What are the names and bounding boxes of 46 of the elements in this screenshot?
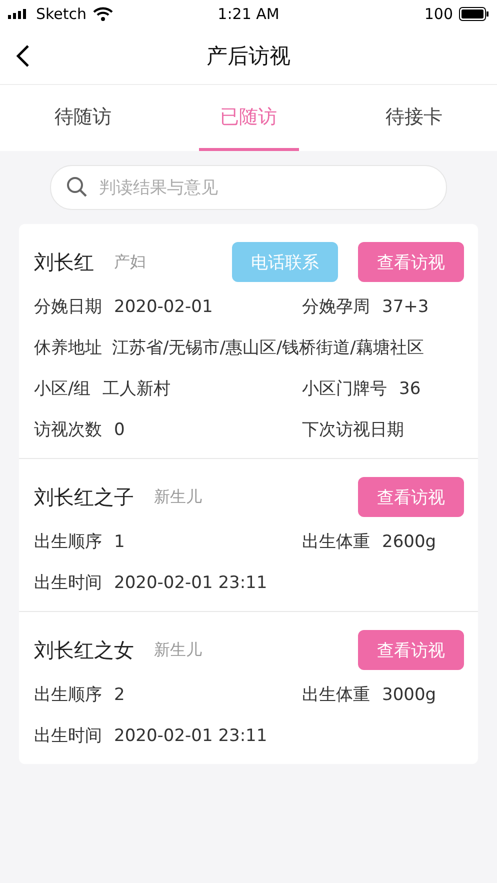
field-label: 出生顺序 <box>34 531 102 553</box>
field-label: 小区门牌号 <box>302 378 387 400</box>
view-visit-button[interactable]: 查看访视 <box>358 630 464 670</box>
tab[interactable]: 已随访 <box>198 85 298 151</box>
field-label: 出生时间 <box>34 572 102 594</box>
view-visit-button[interactable]: 查看访视 <box>358 242 464 282</box>
field-value: 3000g <box>382 684 436 704</box>
search-field[interactable]: 判读结果与意见 <box>50 165 447 210</box>
status-time: 1:21 AM <box>218 5 280 23</box>
back-icon[interactable] <box>16 44 30 68</box>
battery-level: 100 <box>424 5 453 23</box>
role-label: 产妇 <box>114 252 146 272</box>
person-name: 刘长红之子 <box>34 484 134 510</box>
field-label: 出生时间 <box>34 725 102 747</box>
field-label: 出生顺序 <box>34 684 102 706</box>
tab[interactable]: 待接卡 <box>364 85 464 151</box>
field-value: 0 <box>114 420 125 440</box>
field-value: 工人新村 <box>102 378 171 400</box>
wifi-icon <box>92 7 113 21</box>
page-title: 产后访视 <box>206 43 290 70</box>
role-label: 新生儿 <box>154 486 202 508</box>
field-value: 2020-02-01 23:11 <box>114 726 268 746</box>
field-label: 出生体重 <box>302 531 370 553</box>
tab[interactable]: 待随访 <box>32 85 133 151</box>
field-label: 分娩日期 <box>34 296 102 318</box>
field-label: 分娩孕周 <box>302 296 370 318</box>
person-name: 刘长红之女 <box>34 636 134 664</box>
person-name: 刘长红 <box>34 248 94 276</box>
field-value: 2020-02-01 <box>114 296 213 316</box>
field-value: 江苏省/无锡市/惠山区/钱桥街道/藕塘社区 <box>112 337 424 359</box>
field-value: 36 <box>399 378 421 398</box>
field-value: 2020-02-01 23:11 <box>114 572 268 592</box>
carrier-name: Sketch <box>36 5 87 23</box>
field-value: 2600g <box>382 532 436 552</box>
field-value: 37+3 <box>382 296 429 316</box>
field-value: 2 <box>114 684 125 704</box>
field-label: 下次访视日期 <box>302 419 404 441</box>
field-label: 小区/组 <box>34 378 91 400</box>
view-visit-button[interactable]: 查看访视 <box>358 477 464 517</box>
field-label: 休养地址 <box>34 337 102 359</box>
field-value: 1 <box>114 532 125 552</box>
call-button[interactable]: 电话联系 <box>232 242 338 282</box>
field-label: 访视次数 <box>34 419 102 441</box>
field-label: 出生体重 <box>302 684 370 706</box>
role-label: 新生儿 <box>154 640 202 660</box>
battery-icon <box>459 7 489 21</box>
